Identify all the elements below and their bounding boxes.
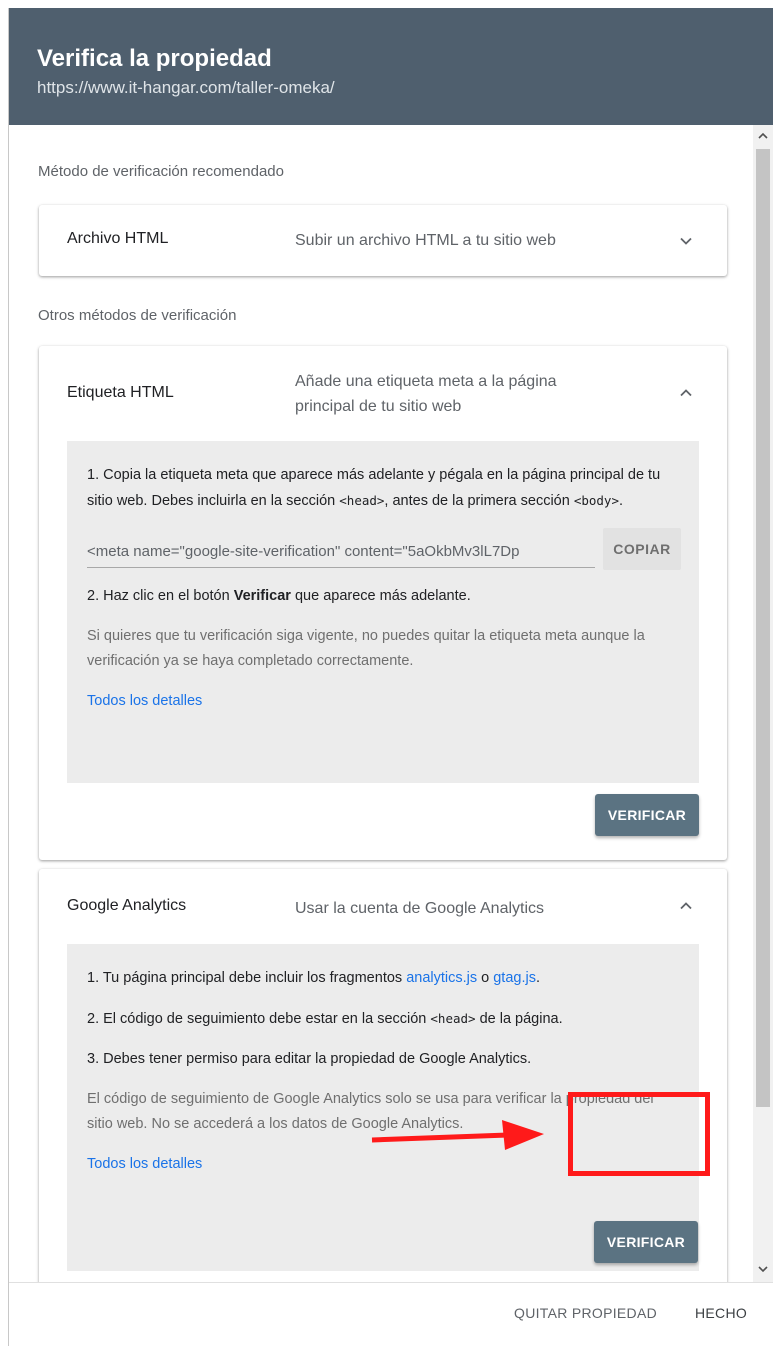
other-methods-label: Otros métodos de verificación bbox=[38, 307, 237, 324]
step-2-text: 2. El código de seguimiento debe estar e… bbox=[87, 1011, 563, 1027]
chevron-down-icon[interactable] bbox=[679, 234, 693, 248]
gtag-js-link[interactable]: gtag.js bbox=[493, 970, 536, 986]
dialog-title: Verifica la propiedad bbox=[37, 45, 272, 72]
analytics-js-link[interactable]: analytics.js bbox=[406, 970, 477, 986]
verify-button-google-analytics[interactable]: VERIFICAR bbox=[594, 1221, 698, 1263]
method-name: Etiqueta HTML bbox=[67, 384, 174, 401]
details-link[interactable]: Todos los detalles bbox=[87, 1156, 202, 1172]
method-description: Usar la cuenta de Google Analytics bbox=[295, 900, 545, 917]
arrow-icon bbox=[371, 1120, 544, 1150]
property-url: https://www.it-hangar.com/taller-omeka/ bbox=[37, 78, 335, 97]
step-1-text: 1. Tu página principal debe incluir los … bbox=[87, 970, 540, 986]
method-header-html-file[interactable]: Archivo HTML Subir un archivo HTML a tu … bbox=[39, 205, 727, 279]
copy-button[interactable]: COPIAR bbox=[603, 528, 681, 570]
verify-button-html-tag[interactable]: VERIFICAR bbox=[595, 794, 699, 836]
method-header-google-analytics[interactable]: Google Analytics Usar la cuenta de Googl… bbox=[39, 869, 727, 943]
dialog-footer: QUITAR PROPIEDAD HECHO bbox=[9, 1282, 773, 1346]
highlight-box bbox=[568, 1092, 710, 1176]
step-1-text: 1. Copia la etiqueta meta que aparece má… bbox=[87, 467, 661, 509]
method-name: Google Analytics bbox=[67, 897, 187, 914]
scroll-up-icon[interactable] bbox=[756, 129, 770, 143]
scroll-thumb[interactable] bbox=[756, 149, 770, 1107]
dialog-header: Verifica la propiedad https://www.it-han… bbox=[9, 8, 773, 125]
method-card-html-file[interactable]: Archivo HTML Subir un archivo HTML a tu … bbox=[39, 205, 727, 276]
method-card-html-tag: Etiqueta HTML Añade una etiqueta meta a … bbox=[39, 346, 727, 860]
method-description: Subir un archivo HTML a tu sitio web bbox=[295, 232, 556, 249]
step-3-text: 3. Debes tener permiso para editar la pr… bbox=[87, 1051, 532, 1067]
recommended-method-label: Método de verificación recomendado bbox=[38, 163, 284, 180]
scroll-down-icon[interactable] bbox=[756, 1262, 770, 1276]
done-button[interactable]: HECHO bbox=[695, 1305, 747, 1321]
chevron-up-icon[interactable] bbox=[679, 899, 693, 913]
remove-property-button[interactable]: QUITAR PROPIEDAD bbox=[514, 1305, 657, 1321]
method-description: Añade una etiqueta meta a la página prin… bbox=[295, 373, 557, 415]
chevron-up-icon[interactable] bbox=[679, 386, 693, 400]
html-tag-instructions: 1. Copia la etiqueta meta que aparece má… bbox=[67, 441, 699, 783]
meta-tag-field[interactable] bbox=[87, 536, 595, 568]
scrollbar[interactable] bbox=[753, 125, 773, 1282]
persistence-note: Si quieres que tu verificación siga vige… bbox=[87, 628, 645, 669]
meta-tag-row: COPIAR bbox=[87, 528, 681, 574]
step-2-text: 2. Haz clic en el botón Verificar que ap… bbox=[87, 588, 471, 604]
method-header-html-tag[interactable]: Etiqueta HTML Añade una etiqueta meta a … bbox=[39, 346, 727, 420]
details-link[interactable]: Todos los detalles bbox=[87, 693, 202, 709]
method-name: Archivo HTML bbox=[67, 230, 169, 247]
